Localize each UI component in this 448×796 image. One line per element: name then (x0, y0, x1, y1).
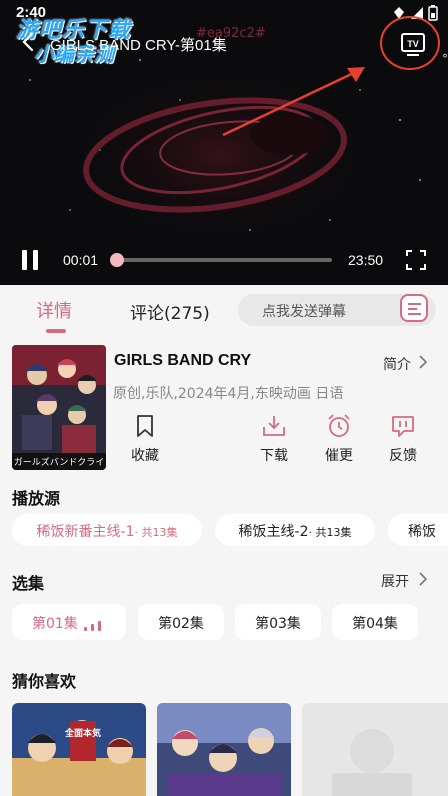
active-tab-indicator (46, 329, 66, 333)
tab-detail[interactable]: 详情 (36, 297, 72, 323)
tab-comments[interactable]: 评论(275) (130, 299, 210, 324)
source-chip-3[interactable]: 稀饭 (388, 514, 448, 546)
episode-chip-3[interactable]: 第03集 (235, 604, 321, 640)
recommend-card-3[interactable] (302, 703, 448, 796)
source-chip-2[interactable]: 稀饭主线-2· 共13集 (215, 514, 375, 546)
battery-icon (428, 5, 438, 21)
episode-label: 第04集 (352, 616, 398, 632)
download-button[interactable]: 下载 (254, 413, 294, 465)
feedback-label: 反馈 (389, 448, 417, 464)
video-player[interactable]: 2:40 游吧乐下载 小编亲测 GIRLS BAND CRY-第01集 #ea9… (0, 0, 448, 285)
recommend-card-1[interactable]: 全面本気 (12, 703, 146, 796)
danmaku-overlay-text: #ea92c2# (196, 26, 266, 41)
source-chip-label: 稀饭 (408, 524, 436, 540)
source-chip-count: · 共13集 (308, 526, 352, 539)
svg-text:TV: TV (407, 39, 419, 49)
episode-label: 第02集 (158, 616, 204, 632)
remind-label: 催更 (325, 448, 353, 464)
feedback-icon (392, 416, 414, 437)
danmaku-list-icon[interactable] (400, 294, 428, 322)
episode-chip-2[interactable]: 第02集 (138, 604, 224, 640)
tv-cast-icon[interactable]: TV (392, 28, 434, 60)
episode-chip-4[interactable]: 第04集 (332, 604, 418, 640)
episode-label: 第03集 (255, 616, 301, 632)
recommend-card-caption: 全面本気 (64, 727, 101, 739)
chevron-right-icon[interactable] (418, 572, 428, 586)
download-icon (263, 416, 285, 436)
feedback-button[interactable]: 反馈 (383, 413, 423, 465)
episodes-title: 选集 (12, 574, 45, 593)
expand-episodes-link[interactable]: 展开 (381, 571, 409, 591)
player-controls: 00:01 23:50 (0, 244, 448, 278)
bookmark-icon (137, 415, 153, 437)
alarm-clock-icon (328, 414, 350, 437)
remind-button[interactable]: 催更 (319, 413, 359, 465)
recommend-card-2[interactable] (157, 703, 291, 796)
danmaku-placeholder: 点我发送弹幕 (262, 304, 346, 320)
app-screen: 2:40 游吧乐下载 小编亲测 GIRLS BAND CRY-第01集 #ea9… (0, 0, 448, 796)
tab-bar: 详情 评论(275) 点我发送弹幕 (0, 285, 448, 337)
pause-button[interactable] (22, 250, 40, 270)
progress-knob[interactable] (110, 253, 125, 267)
anime-poster[interactable]: ガールズバンドクライ (12, 345, 106, 470)
now-playing-icon (84, 621, 104, 631)
episode-label: 第01集 (32, 616, 78, 632)
poster-caption: ガールズバンドクライ (14, 456, 104, 468)
favorite-label: 收藏 (131, 448, 159, 464)
sources-title: 播放源 (12, 489, 61, 508)
episode-chip-1[interactable]: 第01集 (12, 604, 126, 640)
more-dots-icon[interactable]: ° (442, 52, 448, 66)
detail-panel: 详情 评论(275) 点我发送弹幕 ガールズバンドクライ GIRLS BAND … (0, 285, 448, 796)
recommend-title: 猜你喜欢 (12, 672, 77, 691)
anime-title: GIRLS BAND CRY (114, 352, 252, 369)
fullscreen-icon[interactable] (406, 250, 426, 270)
download-label: 下载 (260, 448, 288, 464)
current-time: 00:01 (63, 252, 99, 268)
progress-bar[interactable] (110, 253, 332, 267)
source-chip-label: 稀饭新番主线-1 (36, 524, 135, 540)
source-chip-label: 稀饭主线-2 (238, 524, 309, 540)
source-chip-count: · 共13集 (134, 526, 178, 539)
annotation-arrow (222, 67, 365, 137)
intro-link[interactable]: 简介 (383, 354, 411, 374)
total-time: 23:50 (348, 252, 384, 268)
chevron-right-icon[interactable] (418, 355, 428, 369)
favorite-button[interactable]: 收藏 (125, 413, 165, 465)
back-arrow-icon[interactable] (18, 30, 40, 54)
anime-tags: 原创,乐队,2024年4月,东映动画 日语 (113, 386, 344, 402)
source-chip-1[interactable]: 稀饭新番主线-1· 共13集 (12, 514, 202, 546)
